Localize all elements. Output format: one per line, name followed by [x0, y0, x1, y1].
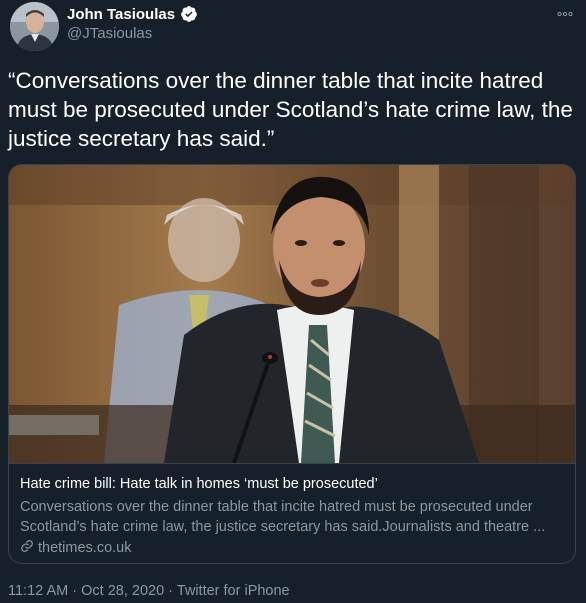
tweet-text: “Conversations over the dinner table tha…	[8, 68, 573, 151]
link-icon	[20, 539, 34, 557]
tweet: John Tasioulas @JTasioulas “Conversation…	[0, 0, 586, 603]
card-meta: Hate crime bill: Hate talk in homes ‘mus…	[9, 463, 575, 563]
tweet-meta: 11:12 AM · Oct 28, 2020 · Twitter for iP…	[8, 583, 290, 599]
author-row: John Tasioulas	[67, 5, 198, 23]
author-handle[interactable]: @JTasioulas	[67, 25, 152, 42]
link-card[interactable]: Hate crime bill: Hate talk in homes ‘mus…	[8, 164, 576, 564]
card-image[interactable]	[9, 165, 575, 464]
more-options-icon[interactable]	[557, 4, 573, 20]
author-name[interactable]: John Tasioulas	[67, 6, 175, 23]
verified-badge-icon	[180, 5, 198, 23]
separator: ·	[168, 583, 174, 599]
card-description: Conversations over the dinner table that…	[20, 499, 546, 535]
card-domain-text: thetimes.co.uk	[38, 540, 132, 556]
avatar[interactable]	[10, 2, 59, 51]
tweet-date[interactable]: Oct 28, 2020	[81, 583, 164, 599]
tweet-time[interactable]: 11:12 AM	[8, 583, 68, 599]
separator: ·	[72, 583, 78, 599]
tweet-source[interactable]: Twitter for iPhone	[177, 583, 290, 599]
card-title[interactable]: Hate crime bill: Hate talk in homes ‘mus…	[20, 476, 378, 492]
card-domain[interactable]: thetimes.co.uk	[20, 539, 132, 557]
